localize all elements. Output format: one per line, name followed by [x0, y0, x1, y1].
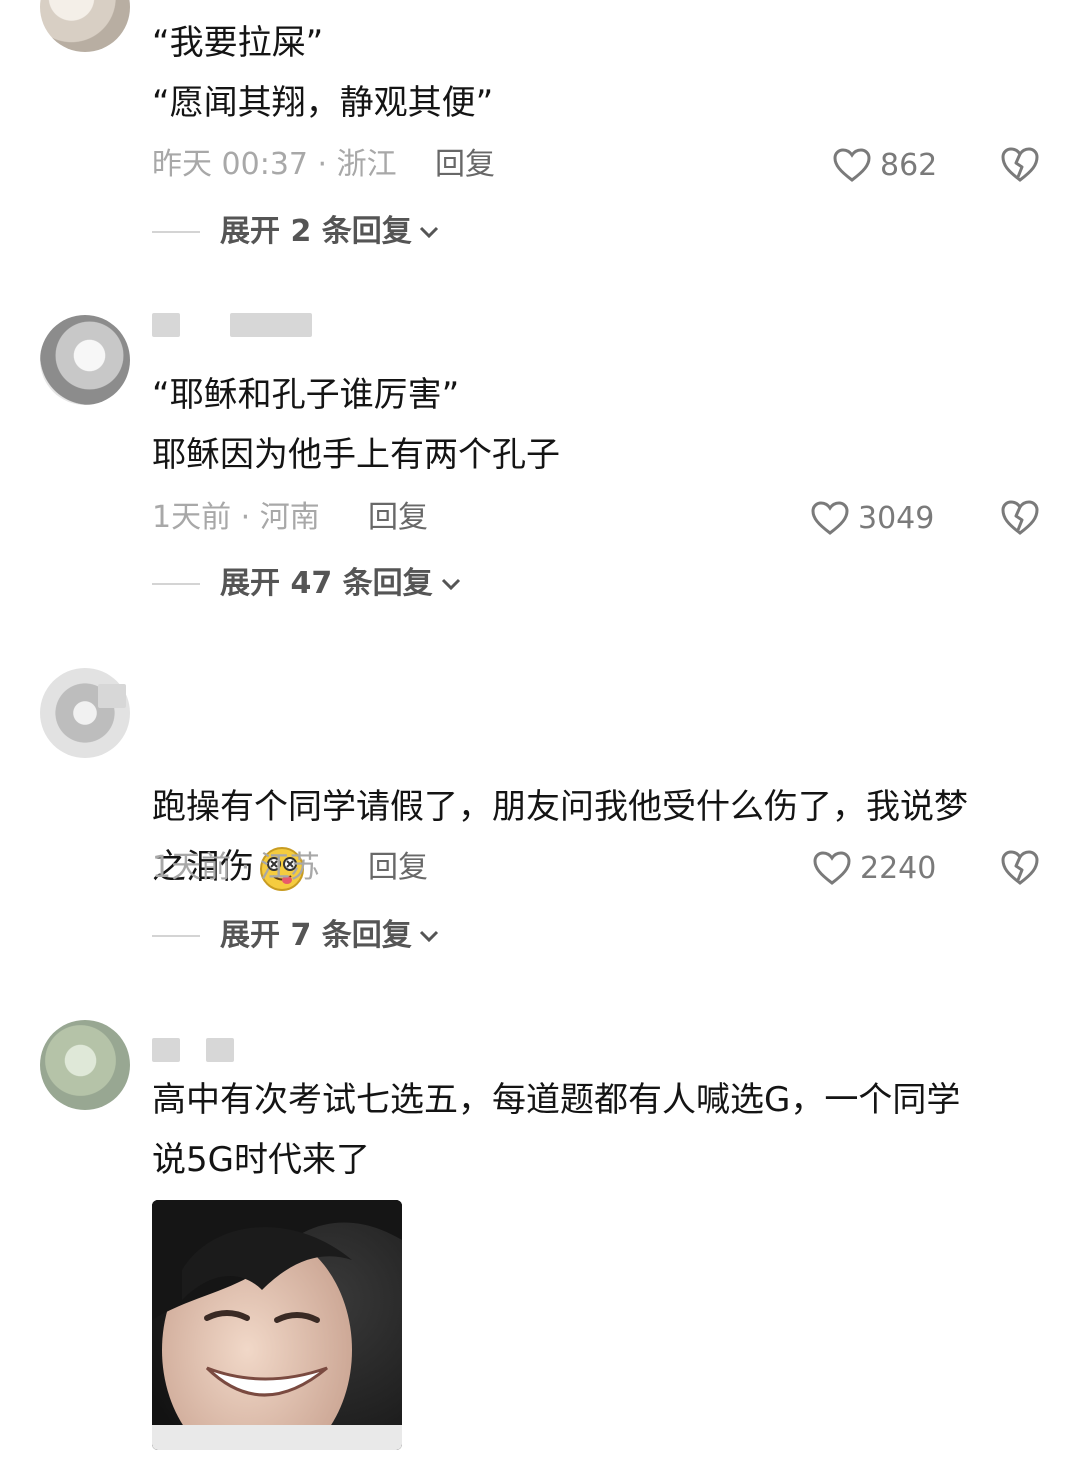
comment-text: “耶稣和孔子谁厉害” 耶稣因为他手上有两个孔子 [152, 375, 560, 475]
comment-meta: 昨天 00:37 · 浙江 回复 862 [152, 145, 1052, 185]
username-redacted [152, 313, 322, 343]
like-button[interactable]: 862 [832, 145, 937, 185]
broken-heart-icon[interactable] [1000, 498, 1040, 538]
chevron-down-icon [419, 226, 439, 239]
expand-replies-button[interactable]: 展开 7 条回复 [152, 916, 652, 956]
like-button[interactable]: 2240 [812, 848, 936, 888]
comment-image[interactable] [152, 1200, 402, 1450]
like-button[interactable]: 3049 [810, 498, 934, 538]
comment-time-location: 昨天 00:37 · 浙江 [152, 147, 397, 182]
smiling-person-image [152, 1200, 402, 1450]
like-count: 862 [880, 147, 938, 183]
reply-button[interactable]: 回复 [368, 848, 428, 888]
divider-line [152, 583, 200, 585]
comment-text: 高中有次考试七选五，每道题都有人喊选G，一个同学 说5G时代来了 [152, 1080, 961, 1180]
avatar[interactable] [40, 1020, 130, 1110]
like-count: 2240 [860, 850, 937, 886]
divider-line [152, 231, 200, 233]
broken-heart-icon[interactable] [1000, 848, 1040, 888]
broken-heart-icon[interactable] [1000, 145, 1040, 185]
comment-text: “我要拉屎” “愿闻其翔，静观其便” [152, 23, 494, 123]
username-redacted [98, 668, 128, 708]
reply-button[interactable]: 回复 [435, 145, 495, 185]
comment-meta: 1天前 · 河南 回复 3049 [152, 498, 1052, 538]
like-count: 3049 [858, 500, 935, 536]
comment-time-location: 1天前 · 河南 [152, 500, 320, 535]
expand-replies-button[interactable]: 展开 47 条回复 [152, 564, 652, 604]
avatar[interactable] [40, 0, 130, 52]
expand-replies-button[interactable]: 展开 2 条回复 [152, 212, 652, 252]
comment-meta: 1天前 · 江苏 回复 2240 [152, 848, 1052, 888]
divider-line [152, 935, 200, 937]
reply-button[interactable]: 回复 [368, 498, 428, 538]
comment-time-location: 1天前 · 江苏 [152, 850, 320, 885]
chevron-down-icon [419, 930, 439, 943]
heart-outline-icon [833, 148, 871, 182]
expand-replies-label: 展开 47 条回复 [220, 566, 433, 601]
expand-replies-label: 展开 2 条回复 [220, 214, 412, 249]
chevron-down-icon [441, 578, 461, 591]
heart-outline-icon [813, 851, 851, 885]
expand-replies-label: 展开 7 条回复 [220, 918, 412, 953]
avatar[interactable] [40, 315, 130, 405]
heart-outline-icon [811, 501, 849, 535]
username-redacted [152, 1018, 242, 1062]
